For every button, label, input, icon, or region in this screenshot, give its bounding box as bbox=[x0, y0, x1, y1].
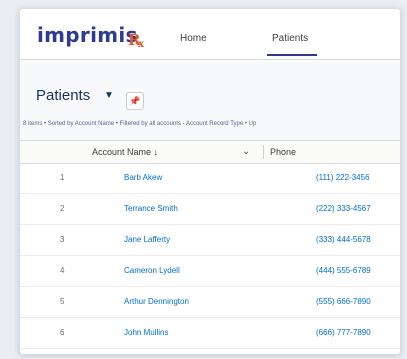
top-navigation-bar: imprimis R x Home Patients bbox=[20, 9, 400, 60]
account-name-link[interactable]: Cameron Lydell bbox=[124, 266, 180, 275]
chevron-down-icon[interactable]: ⌄ bbox=[242, 146, 250, 157]
app-window: imprimis R x Home Patients Patients ▼ 📌 … bbox=[19, 8, 401, 355]
column-header-phone[interactable]: Phone bbox=[270, 147, 296, 157]
account-name-link[interactable]: Barb Akew bbox=[124, 173, 162, 182]
table-column-header: Account Name ↓ ⌄ Phone bbox=[20, 140, 400, 164]
table-row: 3 Jane Lafferty (333) 444-5678 bbox=[20, 225, 400, 256]
row-number: 6 bbox=[60, 328, 65, 337]
caret-down-icon[interactable]: ▼ bbox=[104, 90, 114, 101]
row-number: 1 bbox=[60, 173, 65, 182]
pin-icon[interactable]: 📌 bbox=[126, 92, 144, 110]
list-view-meta: 8 items • Sorted by Account Name • Filte… bbox=[23, 121, 257, 127]
imprimis-logo-text: imprimis bbox=[37, 23, 138, 47]
active-tab-indicator bbox=[267, 54, 317, 56]
phone-link[interactable]: (111) 222-3456 bbox=[316, 173, 370, 182]
table-row: 6 John Mullins (666) 777-7890 bbox=[20, 318, 400, 349]
account-name-link[interactable]: John Mullins bbox=[124, 328, 168, 337]
phone-link[interactable]: (222) 333-4567 bbox=[316, 204, 371, 213]
row-number: 5 bbox=[60, 297, 65, 306]
list-view-header: Patients ▼ 📌 8 items • Sorted by Account… bbox=[20, 60, 400, 140]
account-name-link[interactable]: Arthur Dennington bbox=[124, 297, 189, 306]
phone-link[interactable]: (555) 666-7890 bbox=[316, 297, 371, 306]
table-row: 1 Barb Akew (111) 222-3456 bbox=[20, 163, 400, 194]
table-row: 2 Terrance Smith (222) 333-4567 bbox=[20, 194, 400, 225]
rx-logo-sub: x bbox=[138, 39, 144, 50]
nav-tab-patients[interactable]: Patients bbox=[272, 33, 308, 44]
table-row: 5 Arthur Dennington (555) 666-7890 bbox=[20, 287, 400, 318]
table-row: 4 Cameron Lydell (444) 555-6789 bbox=[20, 256, 400, 287]
account-name-link[interactable]: Jane Lafferty bbox=[124, 235, 170, 244]
account-name-link[interactable]: Terrance Smith bbox=[124, 204, 178, 213]
row-number: 2 bbox=[60, 204, 65, 213]
column-divider[interactable] bbox=[263, 145, 264, 159]
phone-link[interactable]: (666) 777-7890 bbox=[316, 328, 371, 337]
row-number: 3 bbox=[60, 235, 65, 244]
nav-tab-home[interactable]: Home bbox=[180, 33, 207, 44]
row-number: 4 bbox=[60, 266, 65, 275]
column-header-account-name[interactable]: Account Name ↓ bbox=[92, 147, 158, 157]
phone-link[interactable]: (444) 555-6789 bbox=[316, 266, 371, 275]
phone-link[interactable]: (333) 444-5678 bbox=[316, 235, 371, 244]
list-view-title[interactable]: Patients bbox=[36, 87, 90, 104]
